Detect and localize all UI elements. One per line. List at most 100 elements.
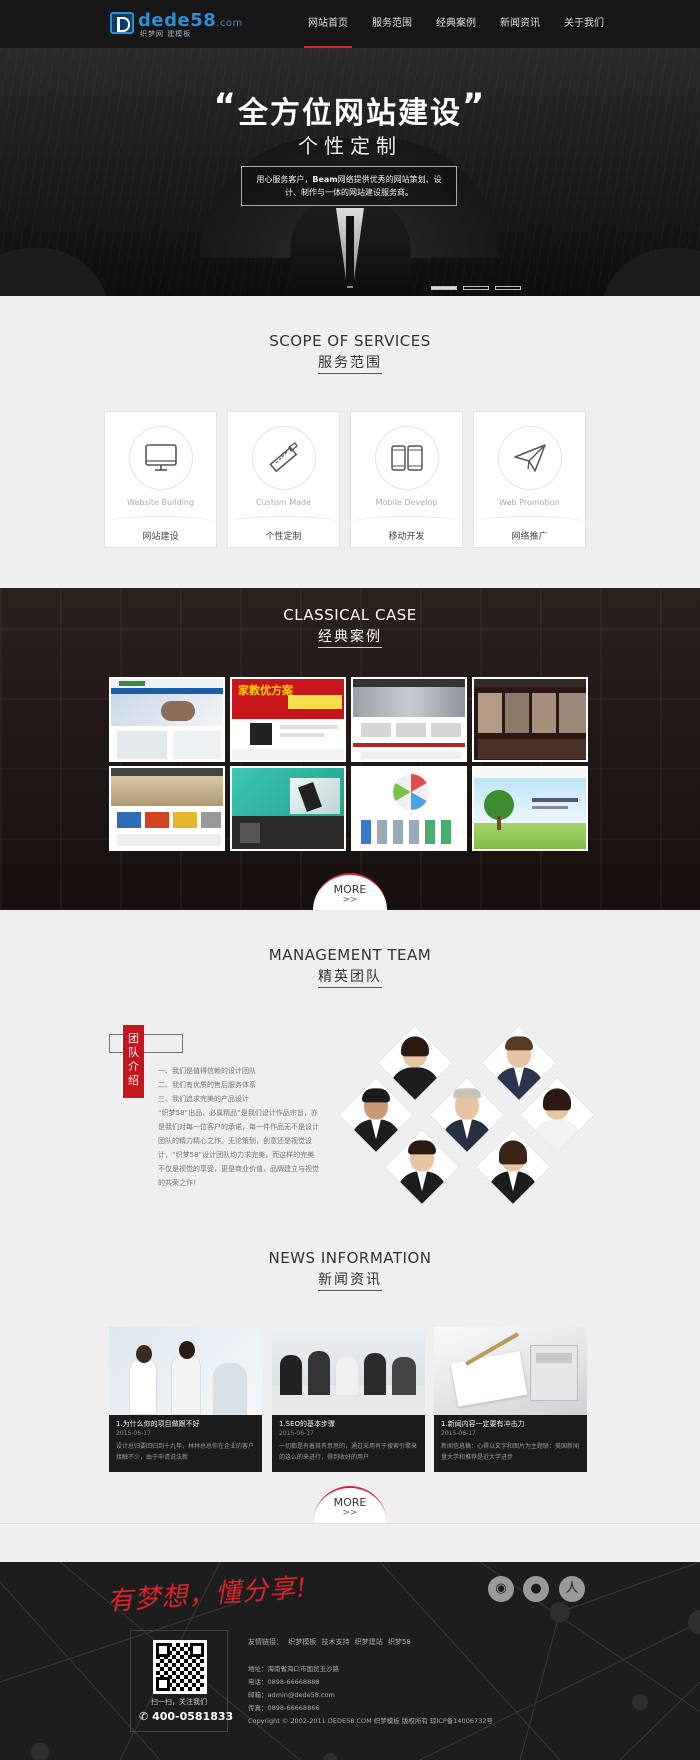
logo-mark (110, 12, 134, 34)
case-thumbnail-3[interactable] (351, 677, 467, 762)
news-date: 2015-06-17 (116, 1430, 151, 1437)
news-date: 2015-06-17 (279, 1430, 314, 1437)
service-icon-circle (252, 426, 316, 490)
mobile-tablet-icon (391, 445, 423, 471)
team-label-frame (109, 1034, 183, 1053)
news-title-cn: 新闻资讯 (318, 1269, 382, 1291)
person-icon[interactable]: 人 (559, 1576, 585, 1602)
nav-item-home[interactable]: 网站首页 (296, 0, 360, 48)
network-lines-background (0, 1562, 700, 1760)
case-thumbnail-7[interactable] (351, 766, 467, 851)
case-thumbnail-1[interactable] (109, 677, 225, 762)
service-icon-circle (498, 426, 562, 490)
copyright: Copyright © 2002-2011 DEDE58.COM 织梦模板 版权… (248, 1717, 493, 1725)
nav-item-services[interactable]: 服务范围 (360, 0, 424, 48)
news-title: 1.SEO的基本步骤 (279, 1420, 336, 1428)
nav-item-news[interactable]: 新闻资讯 (488, 0, 552, 48)
main-nav: 网站首页 服务范围 经典案例 新闻资讯 关于我们 (296, 0, 616, 48)
slider-dot-3[interactable] (495, 286, 521, 290)
hotline: ✆ 400-0581833 (139, 1710, 233, 1723)
news-card-2[interactable]: 1.SEO的基本步骤 2015-06-17 一切都是有着其有意思的，通过采用有于… (272, 1327, 425, 1472)
service-icon-circle (375, 426, 439, 490)
friend-link[interactable]: 技术支持 (321, 1638, 349, 1646)
case-thumbnail-2[interactable]: 家教优方案 (230, 677, 346, 762)
site-header: dede58.com 织梦网 建模板 网站首页 服务范围 经典案例 新闻资讯 关… (0, 0, 700, 48)
monitor-icon (145, 444, 177, 471)
service-divider (351, 516, 462, 530)
news-title: 1.新闻内容一定要有冲击力 (441, 1420, 525, 1428)
case-thumbnail-8[interactable] (472, 766, 588, 851)
team-title-cn: 精英团队 (318, 966, 382, 988)
team-label: 团队介绍 (123, 1025, 144, 1098)
team-point-2: 二、我们有优质的售后服务体系 (158, 1081, 256, 1089)
services-section: SCOPE OF SERVICES 服务范围 Website Building … (0, 296, 700, 588)
service-card-website[interactable]: Website Building 网站建设 (104, 411, 217, 548)
team-heading: MANAGEMENT TEAM 精英团队 (0, 946, 700, 988)
service-label-cn: 个性定制 (265, 532, 302, 542)
qq-icon[interactable]: ● (523, 1576, 549, 1602)
service-divider (228, 516, 339, 530)
service-divider (105, 516, 216, 530)
slider-dot-1[interactable] (431, 286, 457, 290)
ruler-pencil-icon (269, 442, 298, 473)
nav-item-cases[interactable]: 经典案例 (424, 0, 488, 48)
service-label-en: Web Promotion (499, 498, 560, 507)
fax: 传真：0898-66668866 (248, 1704, 320, 1712)
news-card-1[interactable]: 1.为什么你的项目做跟不好 2015-06-17 设计总归要回归到十九年，林林总… (109, 1327, 262, 1472)
case-thumbnail-5[interactable] (109, 766, 225, 851)
team-member-photo-6[interactable] (383, 1128, 461, 1206)
services-title-cn: 服务范围 (318, 352, 382, 374)
services-title-en: SCOPE OF SERVICES (269, 332, 431, 350)
chevron-double-down-icon: >> (342, 1508, 358, 1518)
service-card-custom[interactable]: Custom Made 个性定制 (227, 411, 340, 548)
news-section: NEWS INFORMATION 新闻资讯 1.为什么你的项目做跟不好 2015… (0, 1210, 700, 1524)
chevron-double-down-icon: >> (342, 895, 358, 905)
contact-info: 地址：海南省海口市国贸玉沙路 电话：0898-66668888 邮箱：admin… (248, 1663, 493, 1728)
news-excerpt: 一切都是有着其有意思的，通过采用有于搜索引擎来的这么的来进行，得到收好的用户 (279, 1443, 418, 1461)
case-thumbnail-4[interactable] (472, 677, 588, 762)
qr-caption: 扫一扫，关注我们 (151, 1698, 207, 1706)
friend-link[interactable]: 织梦建站 (355, 1638, 383, 1646)
service-label-en: Mobile Develop (375, 498, 438, 507)
service-label-cn: 移动开发 (388, 532, 425, 542)
address: 地址：海南省海口市国贸玉沙路 (248, 1665, 339, 1673)
cases-section: CLASSICAL CASE 经典案例 家教优方案 MORE >> (0, 588, 700, 910)
team-description: “织梦58”出品，必属精品”是我们设计作品宗旨，亦是我们对每一位客户的承诺，每一… (158, 1109, 319, 1187)
team-point-1: 一、我们是值得信赖的设计团队 (158, 1067, 256, 1075)
service-label-en: Website Building (127, 498, 194, 507)
site-logo[interactable]: dede58.com 织梦网 建模板 (110, 10, 242, 38)
qr-code (153, 1640, 207, 1694)
services-heading: SCOPE OF SERVICES 服务范围 (0, 332, 700, 374)
slider-pagination (431, 286, 521, 290)
nav-item-about[interactable]: 关于我们 (552, 0, 616, 48)
news-more-button[interactable]: MORE >> (313, 1486, 387, 1523)
news-image (272, 1327, 425, 1415)
team-section: MANAGEMENT TEAM 精英团队 团队介绍 一、我们是值得信赖的设计团队… (0, 910, 700, 1210)
news-excerpt: 新闻信息稿：心得以文字和图片为主题联：美国新闻量大学和推荐是近大学进步 (441, 1443, 580, 1461)
slider-dot-2[interactable] (463, 286, 489, 290)
news-title: 1.为什么你的项目做跟不好 (116, 1420, 200, 1428)
service-label-cn: 网站建设 (142, 532, 179, 542)
news-card-3[interactable]: 1.新闻内容一定要有冲击力 2015-06-17 新闻信息稿：心得以文字和图片为… (434, 1327, 587, 1472)
hero-subtitle: 个性定制 (298, 134, 402, 158)
cases-heading: CLASSICAL CASE 经典案例 (0, 606, 700, 648)
case-thumbnail-6[interactable] (230, 766, 346, 851)
team-member-photo-4[interactable] (428, 1076, 506, 1154)
service-card-mobile[interactable]: Mobile Develop 移动开发 (350, 411, 463, 548)
service-card-promotion[interactable]: Web Promotion 网络推广 (473, 411, 586, 548)
section-divider (0, 1523, 700, 1524)
telephone: 电话：0898-66668888 (248, 1678, 320, 1686)
news-image (434, 1327, 587, 1415)
weibo-icon[interactable]: ◉ (488, 1576, 514, 1602)
friend-link[interactable]: 织梦58 (388, 1638, 411, 1646)
news-excerpt: 设计总归要回归到十九年，林林总总你在企业的客户接触不少，由于申请说法新 (116, 1443, 255, 1461)
team-title-en: MANAGEMENT TEAM (268, 946, 432, 964)
case-thumbnail-text: 家教优方案 (238, 684, 293, 697)
friend-links: 友情链接： 织梦模板 技术支持 织梦建站 织梦58 (248, 1637, 414, 1647)
friend-link[interactable]: 织梦模板 (288, 1638, 316, 1646)
news-date: 2015-06-17 (441, 1430, 476, 1437)
team-member-photo-7[interactable] (474, 1128, 552, 1206)
hero-title: “全方位网站建设” (213, 86, 487, 131)
site-footer: 有梦想，懂分享! ◉ ● 人 扫一扫，关注我们 ✆ 400-0581833 友情… (0, 1562, 700, 1760)
service-label-en: Custom Made (256, 498, 311, 507)
